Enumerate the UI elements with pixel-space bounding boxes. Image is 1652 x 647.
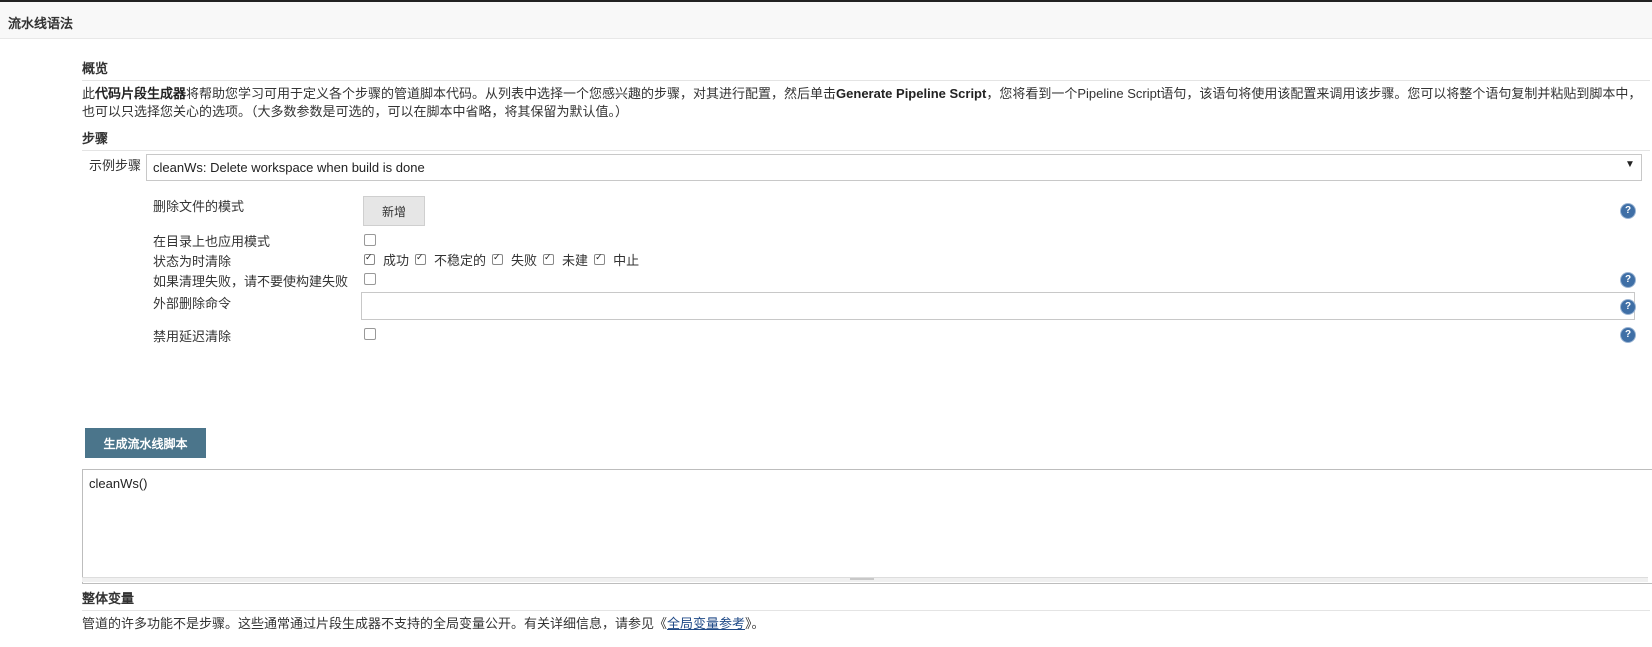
apply-dirs-checkbox[interactable] [364,234,376,246]
sample-step-select[interactable]: cleanWs: Delete workspace when build is … [146,154,1642,181]
global-variables-reference-link[interactable]: 全局变量参考 [667,616,745,631]
not-fail-build-checkbox[interactable] [364,273,376,285]
external-delete-input[interactable] [361,292,1635,320]
global-variables-heading: 整体变量 [82,588,1650,611]
global-variables-description: 管道的许多功能不是步骤。这些通常通过片段生成器不支持的全局变量公开。有关详细信息… [82,616,765,631]
status-failure[interactable]: 失败 [492,250,537,269]
overview-description: 此代码片段生成器将帮助您学习可用于定义各个步骤的管道脚本代码。从列表中选择一个您… [82,86,1642,119]
status-checkbox-group: 成功 不稳定的 失败 未建 中止 [364,250,645,269]
status-unstable-checkbox[interactable] [415,252,427,265]
steps-heading: 步骤 [82,128,1650,151]
help-icon[interactable]: ? [1621,328,1635,342]
status-aborted[interactable]: 中止 [594,250,639,269]
disable-deferred-label: 禁用延迟清除 [153,329,232,344]
help-icon[interactable]: ? [1621,273,1635,287]
resize-grip-icon[interactable] [850,578,874,580]
help-icon[interactable]: ? [1621,300,1635,314]
add-pattern-button[interactable]: 新增 [363,196,425,226]
status-aborted-checkbox[interactable] [594,252,606,265]
pipeline-script-output[interactable]: cleanWs() [82,469,1652,584]
status-success[interactable]: 成功 [364,250,409,269]
status-not-built[interactable]: 未建 [543,250,588,269]
delete-patterns-label: 删除文件的模式 [153,199,245,214]
help-icon[interactable]: ? [1621,204,1635,218]
overview-heading: 概览 [82,58,1650,81]
not-fail-build-label: 如果清理失败，请不要使构建失败 [153,274,349,289]
disable-deferred-checkbox[interactable] [364,328,376,340]
status-unstable[interactable]: 不稳定的 [415,250,486,269]
status-success-checkbox[interactable] [364,252,375,265]
sample-step-label: 示例步骤 [89,158,142,173]
status-not-built-checkbox[interactable] [543,252,555,265]
generate-pipeline-script-button[interactable]: 生成流水线脚本 [85,428,206,458]
external-delete-label: 外部删除命令 [153,296,232,311]
apply-dirs-label: 在目录上也应用模式 [153,234,271,249]
page-header: 流水线语法 [0,2,1652,39]
status-failure-checkbox[interactable] [492,252,504,265]
clean-when-status-label: 状态为时清除 [153,254,232,269]
page-title: 流水线语法 [8,16,74,31]
